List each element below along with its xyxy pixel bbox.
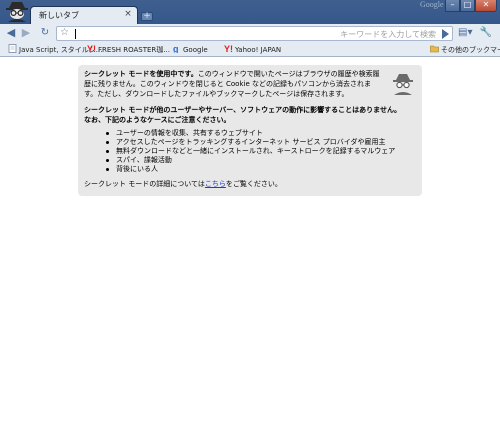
bookmark-label: FRESH ROASTER珈... xyxy=(98,46,170,54)
yahoo-icon: Y! xyxy=(87,44,96,53)
list-item: スパイ、諜報活動 xyxy=(106,156,416,165)
bookmark-item[interactable]: Y! FRESH ROASTER珈... xyxy=(87,44,170,55)
window-brand: Google xyxy=(420,0,444,9)
bookmark-item[interactable]: Y! Yahoo! JAPAN xyxy=(224,44,281,55)
tab-title: 新しいタブ xyxy=(39,11,79,20)
new-tab-button[interactable]: + xyxy=(141,12,153,21)
forward-arrow-icon[interactable]: ▶ xyxy=(19,26,33,40)
page-content: シークレット モードを使用中です。このウィンドウで開いたページはブラウザの履歴や… xyxy=(0,57,500,426)
minimize-button[interactable]: – xyxy=(445,0,460,12)
learn-more-link[interactable]: こちら xyxy=(205,180,226,188)
warning-heading: シークレット モードが他のユーザーやサーバー、ソフトウェアの動作に影響することは… xyxy=(84,106,401,124)
bookmark-label: Yahoo! JAPAN xyxy=(235,46,282,54)
google-icon: g xyxy=(173,44,179,53)
list-item: アクセスしたページをトラッキングするインターネット サービス プロバイダや雇用主 xyxy=(106,138,416,147)
title-bar: 新しいタブ × + Google – □ ✕ xyxy=(0,0,500,24)
incognito-logo-icon xyxy=(6,2,28,22)
page-menu-icon[interactable]: ▤▾ xyxy=(458,26,472,40)
learn-suffix: をご覧ください。 xyxy=(225,180,282,188)
intro-paragraph: シークレット モードを使用中です。このウィンドウで開いたページはブラウザの履歴や… xyxy=(84,69,384,99)
maximize-button[interactable]: □ xyxy=(460,0,475,12)
toolbar: ◀ ▶ ↻ ☆ キーワードを入力して検索 ▤▾ 🔧▾ xyxy=(0,24,500,52)
bookmark-item[interactable]: g Google xyxy=(172,44,208,55)
svg-text:Y!: Y! xyxy=(224,44,233,53)
spy-icon xyxy=(393,74,413,95)
omnibox-input[interactable]: ☆ キーワードを入力して検索 xyxy=(56,26,453,41)
reload-icon[interactable]: ↻ xyxy=(38,26,52,40)
list-item: ユーザーの情報を収集、共有するウェブサイト xyxy=(106,129,416,138)
back-arrow-icon[interactable]: ◀ xyxy=(4,26,18,40)
yahoo-icon: Y! xyxy=(224,44,233,53)
other-bookmarks-label: その他のブックマーク xyxy=(441,46,500,54)
other-bookmarks-folder[interactable]: その他のブックマーク xyxy=(430,44,500,55)
svg-text:g: g xyxy=(173,44,179,53)
bookmarks-bar: Java Script, スタイルシ... Y! FRESH ROASTER珈.… xyxy=(0,42,500,57)
tab-close-icon[interactable]: × xyxy=(123,9,133,19)
intro-bold: シークレット モードを使用中です。 xyxy=(84,70,198,78)
go-arrow-icon[interactable] xyxy=(442,29,449,39)
tab-new-tab[interactable]: 新しいタブ × xyxy=(30,6,138,24)
learn-more-line: シークレット モードの詳細についてはこちらをご覧ください。 xyxy=(84,179,416,189)
list-item: 背後にいる人 xyxy=(106,165,416,174)
warning-list: ユーザーの情報を収集、共有するウェブサイト アクセスしたページをトラッキングする… xyxy=(106,129,416,174)
folder-icon xyxy=(430,45,439,53)
bookmark-star-icon[interactable]: ☆ xyxy=(60,27,69,38)
page-icon xyxy=(8,44,17,53)
close-window-button[interactable]: ✕ xyxy=(475,0,497,12)
svg-text:Y!: Y! xyxy=(87,44,96,53)
text-caret xyxy=(75,29,76,39)
incognito-notice: シークレット モードを使用中です。このウィンドウで開いたページはブラウザの履歴や… xyxy=(78,65,422,196)
list-item: 無料ダウンロードなどと一緒にインストールされ、キーストロークを記録するマルウェア xyxy=(106,147,416,156)
learn-prefix: シークレット モードの詳細については xyxy=(84,180,205,188)
bookmark-label: Google xyxy=(183,46,208,54)
omnibox-placeholder: キーワードを入力して検索 xyxy=(340,30,436,39)
wrench-menu-icon[interactable]: 🔧▾ xyxy=(479,26,493,52)
